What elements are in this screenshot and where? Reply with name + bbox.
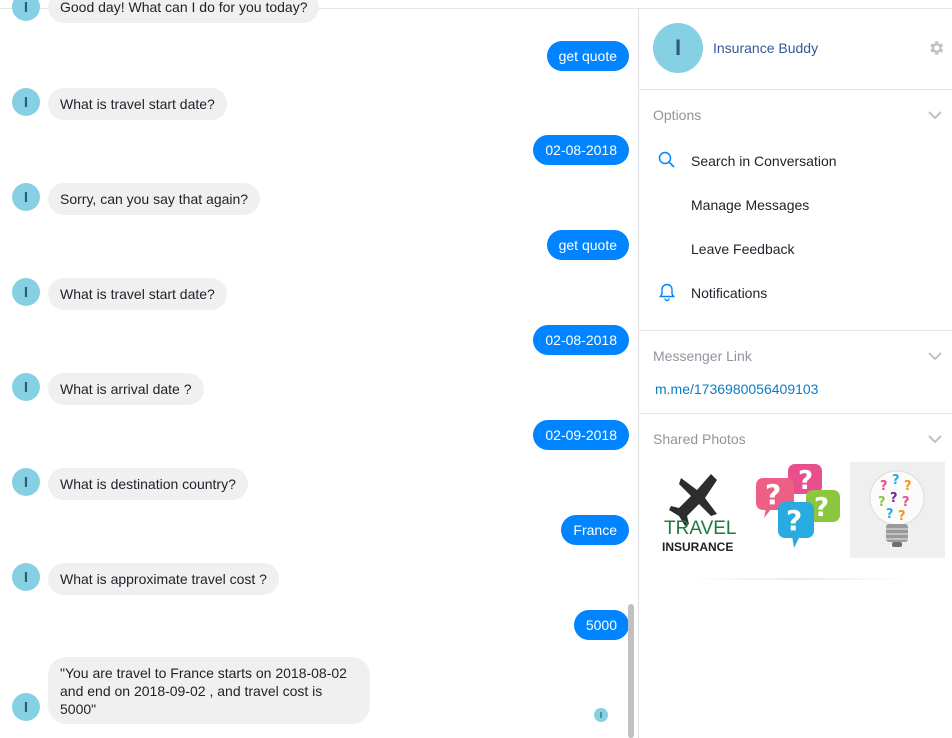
profile-name[interactable]: Insurance Buddy <box>713 40 818 56</box>
profile-avatar[interactable]: I <box>653 23 703 73</box>
svg-text:?: ? <box>902 495 910 510</box>
section-divider <box>639 413 952 414</box>
incoming-message: What is travel start date? <box>48 278 227 310</box>
outgoing-message: get quote <box>546 41 629 71</box>
avatar[interactable]: I <box>12 0 40 21</box>
gear-icon[interactable] <box>927 39 945 57</box>
incoming-message: What is approximate travel cost ? <box>48 563 279 595</box>
svg-text:?: ? <box>904 479 912 494</box>
messenger-link-title[interactable]: Messenger Link <box>653 348 752 364</box>
outgoing-message: 02-08-2018 <box>533 325 629 355</box>
incoming-message: What is travel start date? <box>48 88 227 120</box>
avatar[interactable]: I <box>12 693 40 721</box>
shared-photos-title[interactable]: Shared Photos <box>653 431 746 447</box>
search-icon <box>658 151 675 168</box>
incoming-message: Good day! What can I do for you today? <box>48 0 320 23</box>
svg-text:?: ? <box>898 509 906 524</box>
section-divider <box>639 330 952 331</box>
insurance-label: INSURANCE <box>662 540 734 554</box>
question-bubbles-image: ? ? ? ? <box>756 464 840 548</box>
light-bulb-image: ? ? ? ? ? ? ? ? <box>869 470 925 547</box>
shared-photo-question-bubbles[interactable]: ? ? ? ? <box>748 462 843 558</box>
avatar[interactable]: I <box>12 183 40 211</box>
photos-bottom-shadow <box>689 578 909 580</box>
svg-text:?: ? <box>892 473 900 488</box>
incoming-message: "You are travel to France starts on 2018… <box>48 657 370 724</box>
svg-text:?: ? <box>878 495 886 510</box>
manage-messages-option[interactable]: Manage Messages <box>691 197 809 213</box>
outgoing-message: get quote <box>546 230 629 260</box>
shared-photo-travel-insurance[interactable]: TRAVEL INSURANCE <box>651 462 746 558</box>
svg-text:?: ? <box>786 504 802 537</box>
options-title[interactable]: Options <box>653 107 701 123</box>
seen-indicator-avatar: I <box>594 708 608 722</box>
conversation-pane[interactable]: I Good day! What can I do for you today?… <box>0 0 638 738</box>
messenger-link[interactable]: m.me/1736980056409103 <box>655 381 818 397</box>
leave-feedback-option[interactable]: Leave Feedback <box>691 241 795 257</box>
svg-text:?: ? <box>814 493 829 523</box>
outgoing-message: 5000 <box>573 610 629 640</box>
outgoing-message: France <box>561 515 629 545</box>
chevron-down-icon[interactable] <box>927 110 943 120</box>
incoming-message: What is destination country? <box>48 468 248 500</box>
chevron-down-icon[interactable] <box>927 434 943 444</box>
svg-text:?: ? <box>886 507 894 522</box>
outgoing-message: 02-09-2018 <box>533 420 629 450</box>
avatar[interactable]: I <box>12 468 40 496</box>
svg-text:?: ? <box>880 479 888 494</box>
bell-icon <box>658 283 676 302</box>
info-sidebar: I Insurance Buddy Options Search in Conv… <box>639 9 952 738</box>
notifications-option[interactable]: Notifications <box>691 285 767 301</box>
travel-label: TRAVEL <box>664 518 737 539</box>
shared-photo-light-bulb[interactable]: ? ? ? ? ? ? ? ? <box>850 462 945 558</box>
incoming-message: Sorry, can you say that again? <box>48 183 261 215</box>
avatar[interactable]: I <box>12 563 40 591</box>
avatar[interactable]: I <box>12 88 40 116</box>
chevron-down-icon[interactable] <box>927 351 943 361</box>
chat-scrollbar[interactable] <box>628 604 634 738</box>
search-in-conversation-option[interactable]: Search in Conversation <box>691 153 837 169</box>
outgoing-message: 02-08-2018 <box>533 135 629 165</box>
avatar[interactable]: I <box>12 373 40 401</box>
incoming-message: What is arrival date ? <box>48 373 204 405</box>
svg-text:?: ? <box>890 491 898 506</box>
section-divider <box>639 89 952 90</box>
avatar[interactable]: I <box>12 278 40 306</box>
